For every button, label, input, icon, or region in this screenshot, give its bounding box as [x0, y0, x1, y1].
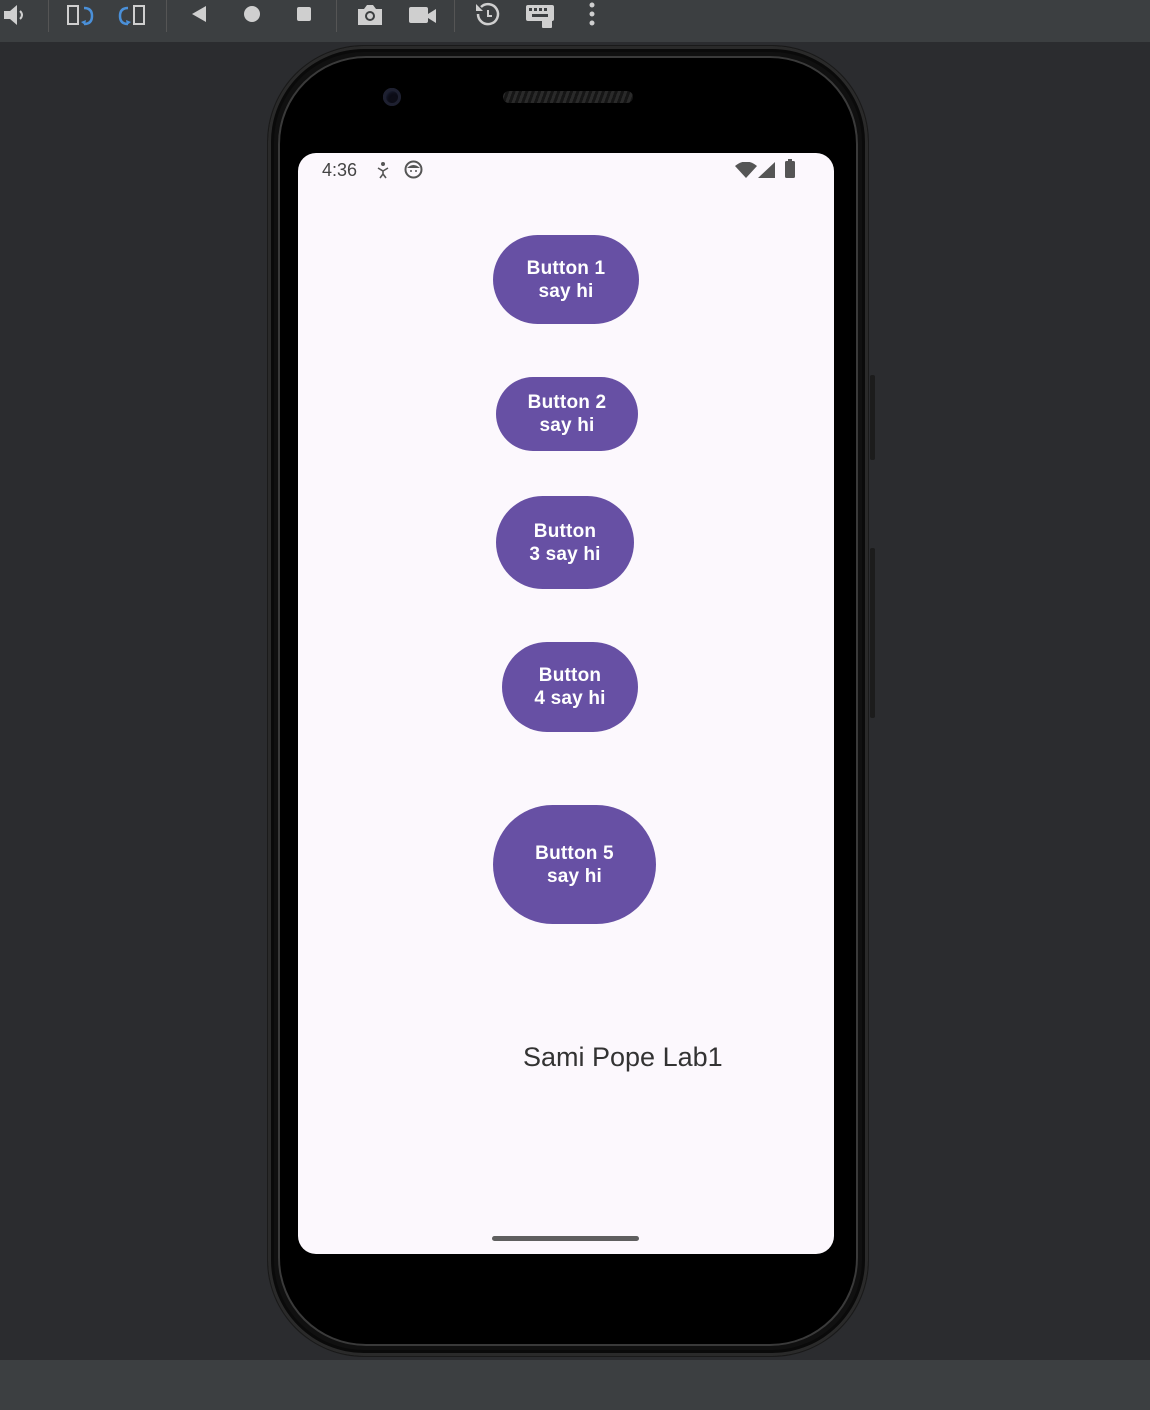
button-3-line1: Button — [533, 520, 597, 542]
battery-icon — [784, 159, 796, 184]
video-icon[interactable] — [406, 0, 438, 32]
button-3[interactable]: Button 3 say hi — [496, 496, 634, 589]
status-bar: 4:36 — [298, 153, 834, 187]
toolbar-divider — [454, 0, 455, 32]
accessibility-icon — [376, 161, 390, 184]
button-5[interactable]: Button 5 say hi — [493, 805, 656, 924]
rotate-right-icon[interactable] — [116, 0, 148, 32]
status-time: 4:36 — [322, 160, 358, 180]
button-2[interactable]: Button 2 say hi — [496, 377, 638, 451]
toolbar-divider — [336, 0, 337, 32]
back-icon[interactable] — [184, 0, 216, 32]
keyboard-icon[interactable] — [524, 0, 556, 32]
lab-title-text: Sami Pope Lab1 — [523, 1042, 723, 1072]
button-4-line1: Button — [538, 665, 602, 686]
rotate-left-icon[interactable] — [64, 0, 96, 32]
camera-icon[interactable] — [354, 0, 386, 32]
volume-rocker — [870, 548, 875, 718]
volume-down-icon[interactable] — [0, 0, 32, 32]
toolbar-divider — [48, 0, 49, 32]
button-4-line2: 4 say hi — [534, 688, 606, 709]
button-1-line2: say hi — [538, 280, 594, 302]
emulator-bottom-bar — [0, 1360, 1150, 1410]
button-5-line2: say hi — [546, 865, 603, 887]
earpiece-speaker — [503, 91, 633, 103]
front-camera — [383, 88, 401, 106]
power-button — [870, 375, 875, 460]
cell-signal-icon — [758, 162, 775, 183]
emulator-toolbar — [0, 0, 1150, 42]
more-icon[interactable] — [576, 0, 608, 32]
wifi-icon — [735, 161, 757, 183]
toolbar-divider — [166, 0, 167, 32]
home-indicator[interactable] — [492, 1236, 639, 1241]
button-3-line2: 3 say hi — [529, 543, 601, 565]
button-4[interactable]: Button 4 say hi — [502, 642, 638, 732]
notification-face-icon — [404, 160, 423, 184]
button-1[interactable]: Button 1 say hi — [493, 235, 639, 324]
overview-icon[interactable] — [288, 0, 320, 32]
home-icon[interactable] — [236, 0, 268, 32]
app-screen: 4:36 Button 1 say hi Button 2 say hi But… — [298, 153, 834, 1254]
button-5-line1: Button 5 — [535, 842, 614, 864]
button-1-line1: Button 1 — [526, 257, 606, 279]
button-2-line2: say hi — [539, 415, 595, 436]
snapshot-icon[interactable] — [472, 0, 504, 32]
button-2-line1: Button 2 — [527, 392, 607, 413]
